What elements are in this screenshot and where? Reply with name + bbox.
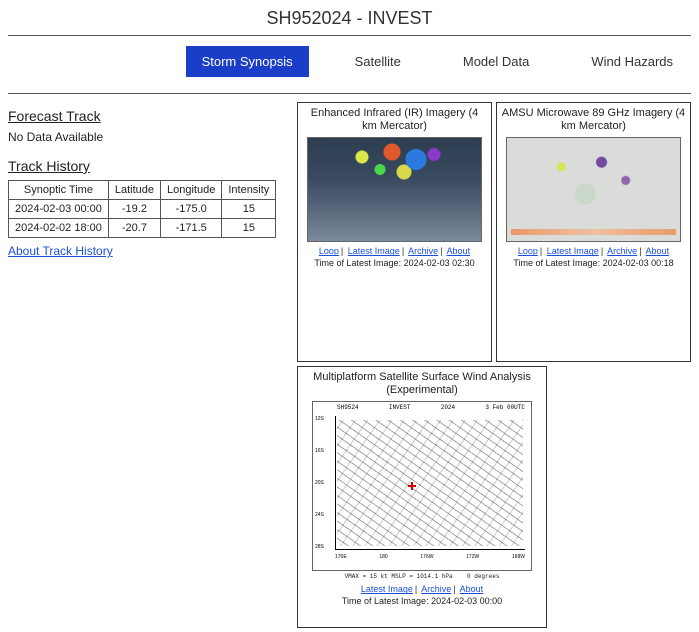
tab-model-data[interactable]: Model Data xyxy=(447,46,545,77)
col-synoptic-time: Synoptic Time xyxy=(9,181,109,200)
xtick: 180 xyxy=(379,554,387,566)
cell-lat: -20.7 xyxy=(108,219,160,238)
col-longitude: Longitude xyxy=(161,181,222,200)
table-row: 2024-02-02 18:00 -20.7 -171.5 15 xyxy=(9,219,276,238)
link-loop[interactable]: Loop xyxy=(518,246,538,256)
panel-links-ir: Loop| Latest Image| Archive| About Time … xyxy=(314,246,474,269)
forecast-no-data: No Data Available xyxy=(8,130,291,144)
table-row: 2024-02-03 00:00 -19.2 -175.0 15 xyxy=(9,200,276,219)
tab-satellite[interactable]: Satellite xyxy=(339,46,417,77)
panel-row-top: Enhanced Infrared (IR) Imagery (4 km Mer… xyxy=(297,102,691,362)
link-about[interactable]: About xyxy=(646,246,670,256)
wind-chart-name: INVEST xyxy=(389,404,411,411)
thumbnail-amsu[interactable] xyxy=(506,137,681,242)
forecast-track-heading: Forecast Track xyxy=(8,108,291,124)
xtick: 176E xyxy=(335,554,347,566)
link-latest-image[interactable]: Latest Image xyxy=(361,584,413,594)
separator: | xyxy=(339,246,345,256)
link-archive[interactable]: Archive xyxy=(421,584,451,594)
time-latest-amsu: Time of Latest Image: 2024-02-03 00:18 xyxy=(513,258,673,270)
xtick: 172W xyxy=(466,554,479,566)
separator: | xyxy=(413,584,419,594)
ytick: 12S xyxy=(315,416,333,422)
divider-tabs xyxy=(8,93,691,94)
wind-chart-id: SH9524 xyxy=(337,404,359,411)
tab-storm-synopsis[interactable]: Storm Synopsis xyxy=(186,46,309,77)
panel-enhanced-ir: Enhanced Infrared (IR) Imagery (4 km Mer… xyxy=(297,102,492,362)
wind-chart-year: 2024 xyxy=(441,404,455,411)
cell-lat: -19.2 xyxy=(108,200,160,219)
panel-amsu: AMSU Microwave 89 GHz Imagery (4 km Merc… xyxy=(496,102,691,362)
wind-chart-xticks: 176E 180 176W 172W 168W xyxy=(335,554,525,566)
left-column: Forecast Track No Data Available Track H… xyxy=(8,102,291,628)
link-latest-image[interactable]: Latest Image xyxy=(348,246,400,256)
panel-title-amsu: AMSU Microwave 89 GHz Imagery (4 km Merc… xyxy=(501,107,686,133)
xtick: 176W xyxy=(420,554,433,566)
separator: | xyxy=(637,246,643,256)
ytick: 20S xyxy=(315,480,333,486)
time-latest-wind: Time of Latest Image: 2024-02-03 00:00 xyxy=(342,596,502,608)
thumbnail-ir[interactable] xyxy=(307,137,482,242)
separator: | xyxy=(451,584,457,594)
tab-wind-hazards[interactable]: Wind Hazards xyxy=(575,46,689,77)
link-archive[interactable]: Archive xyxy=(408,246,438,256)
col-latitude: Latitude xyxy=(108,181,160,200)
col-intensity: Intensity xyxy=(222,181,276,200)
link-archive[interactable]: Archive xyxy=(607,246,637,256)
ytick: 28S xyxy=(315,544,333,550)
link-about[interactable]: About xyxy=(460,584,484,594)
panel-title-ir: Enhanced Infrared (IR) Imagery (4 km Mer… xyxy=(302,107,487,133)
main-content: Forecast Track No Data Available Track H… xyxy=(0,98,699,632)
separator: | xyxy=(538,246,544,256)
cell-lon: -171.5 xyxy=(161,219,222,238)
page-title: SH952024 - INVEST xyxy=(0,0,699,35)
thumbnail-wind-analysis[interactable]: SH9524 INVEST 2024 3 Feb 00UTC 12S 16S 2… xyxy=(312,401,532,571)
panel-links-amsu: Loop| Latest Image| Archive| About Time … xyxy=(513,246,673,269)
cell-time: 2024-02-02 18:00 xyxy=(9,219,109,238)
panel-links-wind: Latest Image| Archive| About Time of Lat… xyxy=(342,584,502,607)
right-column: Enhanced Infrared (IR) Imagery (4 km Mer… xyxy=(297,102,691,628)
table-header-row: Synoptic Time Latitude Longitude Intensi… xyxy=(9,181,276,200)
ytick: 24S xyxy=(315,512,333,518)
link-about[interactable]: About xyxy=(447,246,471,256)
cell-time: 2024-02-03 00:00 xyxy=(9,200,109,219)
wind-chart-center-marker xyxy=(408,482,416,490)
separator: | xyxy=(400,246,406,256)
wind-vmax-mslp: VMAX = 15 kt MSLP = 1014.1 hPa xyxy=(345,573,453,580)
main-tabs: Storm Synopsis Satellite Model Data Wind… xyxy=(0,36,699,87)
link-latest-image[interactable]: Latest Image xyxy=(547,246,599,256)
cell-int: 15 xyxy=(222,200,276,219)
wind-chart-datetime: 3 Feb 00UTC xyxy=(485,404,525,411)
track-history-table: Synoptic Time Latitude Longitude Intensi… xyxy=(8,180,276,238)
xtick: 168W xyxy=(512,554,525,566)
separator: | xyxy=(599,246,605,256)
track-history-heading: Track History xyxy=(8,158,291,174)
panel-wind-analysis: Multiplatform Satellite Surface Wind Ana… xyxy=(297,366,547,628)
cell-int: 15 xyxy=(222,219,276,238)
link-loop[interactable]: Loop xyxy=(319,246,339,256)
wind-deg: 0 degrees xyxy=(467,573,499,580)
ytick: 16S xyxy=(315,448,333,454)
wind-chart-header: SH9524 INVEST 2024 3 Feb 00UTC xyxy=(337,404,525,411)
wind-chart-barbs xyxy=(337,420,523,546)
separator: | xyxy=(438,246,444,256)
wind-chart-sub: VMAX = 15 kt MSLP = 1014.1 hPa 0 degrees xyxy=(345,573,500,580)
cell-lon: -175.0 xyxy=(161,200,222,219)
panel-title-wind: Multiplatform Satellite Surface Wind Ana… xyxy=(302,371,542,397)
time-latest-ir: Time of Latest Image: 2024-02-03 02:30 xyxy=(314,258,474,270)
about-track-history-link[interactable]: About Track History xyxy=(8,244,113,258)
wind-chart-yticks: 12S 16S 20S 24S 28S xyxy=(315,416,333,550)
